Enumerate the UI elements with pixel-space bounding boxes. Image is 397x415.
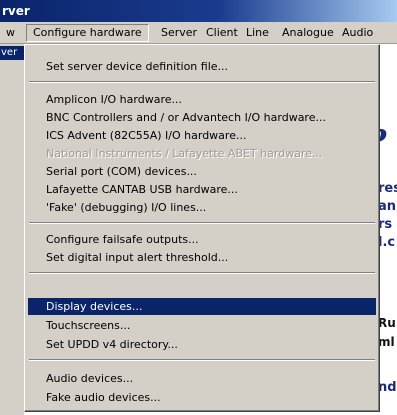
menu-view[interactable]: w	[0, 24, 21, 42]
menu-audio[interactable]: Audio	[336, 24, 379, 42]
menu-item-serial-port[interactable]: Serial port (COM) devices...	[28, 163, 376, 180]
menu-item-ics-advent[interactable]: ICS Advent (82C55A) I/O hardware...	[28, 127, 376, 144]
menu-item-fake-io-lines[interactable]: 'Fake' (debugging) I/O lines...	[28, 199, 376, 216]
menu-client[interactable]: Client	[200, 24, 244, 42]
menu-server[interactable]: Server	[155, 24, 203, 42]
menu-separator	[29, 81, 375, 83]
menu-item-failsafe-outputs[interactable]: Configure failsafe outputs...	[28, 231, 376, 248]
left-selected-item[interactable]: ver	[0, 46, 24, 60]
background-text-fragment: rs	[378, 217, 393, 232]
menu-configure-hardware[interactable]: Configure hardware	[26, 24, 149, 42]
menu-bar: w Configure hardware Server Client Line …	[0, 22, 397, 44]
background-text-fragment: ml	[378, 335, 395, 349]
menu-item-bnc-advantech[interactable]: BNC Controllers and / or Advantech I/O h…	[28, 109, 376, 126]
menu-analogue[interactable]: Analogue	[276, 24, 340, 42]
menu-separator	[29, 222, 375, 224]
menu-item-national-instruments: National Instruments / Lafayette ABET ha…	[46, 147, 323, 160]
menu-item-updd-directory[interactable]: Set UPDD v4 directory...	[28, 336, 376, 353]
configure-hardware-dropdown: Set server device definition file... Amp…	[24, 44, 380, 412]
background-text-fragment: res	[378, 181, 397, 196]
menu-separator	[29, 272, 375, 274]
menu-item-display-devices[interactable]: Display devices...	[28, 298, 376, 315]
menu-line[interactable]: Line	[240, 24, 275, 42]
menu-item-audio-devices[interactable]: Audio devices...	[28, 370, 376, 387]
menu-item-cantab-usb[interactable]: Lafayette CANTAB USB hardware...	[28, 181, 376, 198]
background-text-fragment: Ru	[378, 316, 396, 330]
menu-item-set-device-definition-file[interactable]: Set server device definition file...	[28, 58, 376, 75]
window-title: rver	[2, 4, 30, 18]
background-text-fragment: an	[378, 199, 397, 214]
background-text-fragment: l.c	[378, 235, 396, 250]
menu-item-touchscreens[interactable]: Touchscreens...	[28, 317, 376, 334]
menu-item-amplicon[interactable]: Amplicon I/O hardware...	[28, 91, 376, 108]
window-title-bar: rver	[0, 0, 397, 22]
menu-separator	[29, 359, 375, 361]
menu-item-alert-threshold[interactable]: Set digital input alert threshold...	[28, 249, 376, 266]
menu-item-fake-audio-devices[interactable]: Fake audio devices...	[28, 389, 376, 406]
left-panel	[0, 44, 24, 415]
background-text-fragment: nd	[378, 380, 397, 395]
